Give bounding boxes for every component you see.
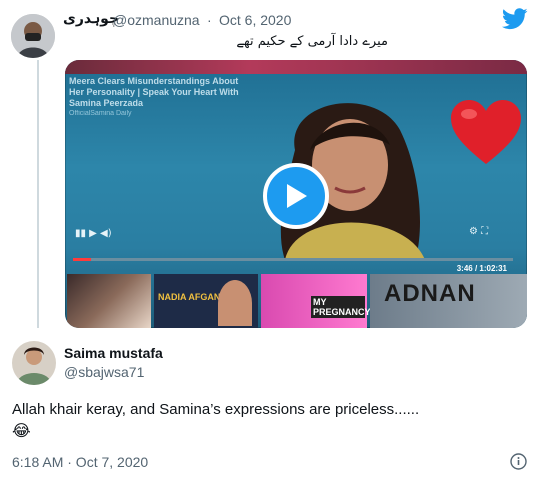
play-icon: [287, 184, 307, 208]
related-thumbnails: NADIA AFGAN MY PREGNANCY ADNAN: [65, 274, 527, 328]
thumbnail-3[interactable]: MY PREGNANCY: [261, 274, 371, 328]
user-handle[interactable]: @ozmanuzna: [113, 12, 200, 28]
video-frame-person: [280, 103, 425, 260]
thumbnail-3-label: MY PREGNANCY: [311, 296, 371, 318]
avatar-chaudhry[interactable]: [11, 14, 55, 58]
thumbnail-1[interactable]: [67, 274, 151, 328]
separator-dot: ·: [207, 12, 212, 28]
tweet-text: Allah khair keray, and Samina’s expressi…: [12, 401, 420, 418]
progress-bar[interactable]: [73, 258, 513, 261]
tweet-date[interactable]: Oct 6, 2020: [219, 12, 291, 28]
twitter-bird-icon[interactable]: [501, 8, 528, 30]
player-controls-icon[interactable]: ▮▮ ▶ ◀): [75, 228, 135, 239]
thumbnail-2[interactable]: NADIA AFGAN: [154, 274, 258, 328]
video-subtitle: OfficialSamina Daily: [69, 110, 132, 117]
tweet-text: میرے دادا آرمی کے حکیم تھے: [236, 34, 388, 49]
video-time: 3:46 / 1:02:31: [456, 264, 507, 273]
display-name[interactable]: چوہدری: [63, 11, 119, 27]
thumbnail-4-label: ADNAN: [384, 280, 476, 307]
play-button[interactable]: [263, 163, 329, 229]
progress-fill: [73, 258, 91, 261]
avatar-photo: [11, 14, 55, 58]
fullscreen-icon[interactable]: ⚙ ⛶: [469, 226, 509, 238]
avatar-saima[interactable]: [12, 341, 56, 385]
display-name[interactable]: Saima mustafa: [64, 345, 163, 361]
laughing-emoji: 😂: [12, 421, 31, 440]
red-heart-icon: [451, 100, 521, 164]
thread-line: [37, 60, 39, 328]
tweet-timestamp[interactable]: 6:18 AM · Oct 7, 2020: [12, 454, 148, 470]
thumbnail-2-person: [218, 280, 252, 326]
info-icon[interactable]: [510, 453, 527, 470]
avatar-photo: [12, 341, 56, 385]
thumbnail-2-label: NADIA AFGAN: [158, 292, 221, 302]
screen-glare: [65, 60, 527, 74]
user-handle[interactable]: @sbajwsa71: [64, 364, 144, 380]
thumbnail-4[interactable]: ADNAN: [370, 274, 527, 328]
video-title: Meera Clears Misunderstandings About Her…: [69, 76, 239, 108]
video-player[interactable]: Meera Clears Misunderstandings About Her…: [65, 60, 527, 328]
